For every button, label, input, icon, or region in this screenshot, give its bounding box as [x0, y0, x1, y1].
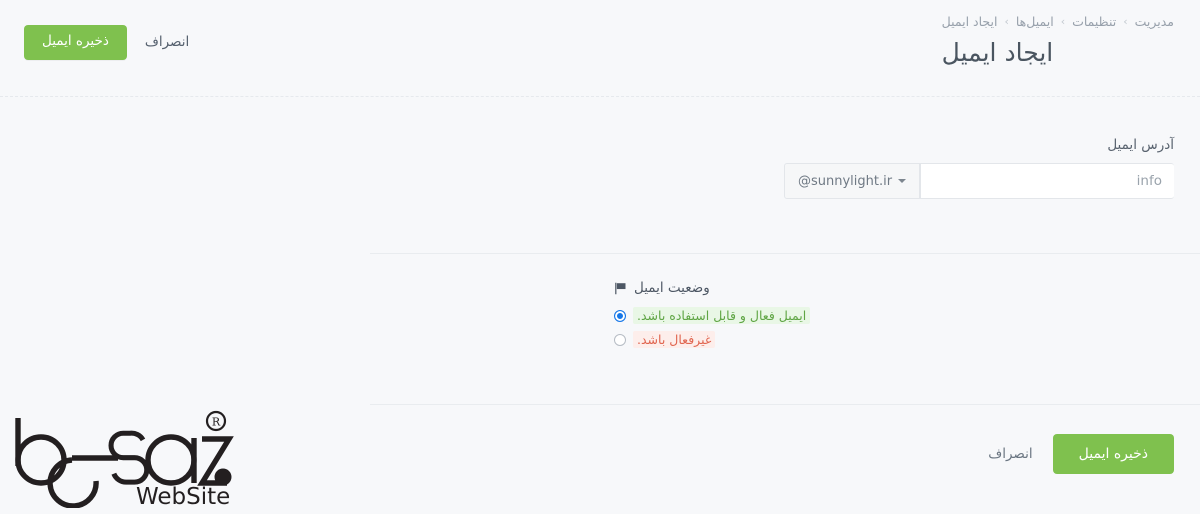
breadcrumb: مدیریت › تنظیمات › ایمیل‌ها › ایجاد ایمی… [942, 14, 1174, 29]
flag-icon [614, 282, 627, 295]
top-bar: ذخیره ایمیل انصراف مدیریت › تنظیمات › ای… [0, 0, 1200, 97]
email-status-label: وضعیت ایمیل [634, 280, 710, 296]
save-email-button-top[interactable]: ذخیره ایمیل [24, 25, 127, 60]
email-address-field-row: آدرس ایمیل @sunnylight.ir [614, 137, 1174, 199]
email-local-part-input[interactable] [920, 163, 1174, 199]
cancel-link-bottom[interactable]: انصراف [988, 446, 1032, 462]
section-divider-top [370, 253, 1200, 254]
chevron-left-icon: › [1123, 15, 1128, 28]
besaz-logo: R WebSite [8, 408, 238, 510]
radio-indicator-active[interactable] [614, 309, 626, 322]
svg-text:R: R [212, 416, 221, 429]
chevron-down-icon [898, 179, 907, 183]
email-status-heading: وضعیت ایمیل [614, 280, 1174, 296]
footer-action-group: ذخیره ایمیل انصراف [988, 434, 1174, 474]
radio-indicator-inactive[interactable] [614, 333, 626, 346]
breadcrumb-item-settings[interactable]: تنظیمات [1072, 14, 1116, 29]
radio-option-inactive[interactable]: غیرفعال باشد. [614, 331, 716, 348]
email-status-radio-group[interactable]: ایمیل فعال و قابل استفاده باشد. غیرفعال … [614, 307, 1174, 348]
chevron-left-icon: › [1060, 15, 1066, 28]
registered-mark: R [205, 410, 227, 432]
save-email-button-bottom[interactable]: ذخیره ایمیل [1052, 434, 1174, 474]
radio-label-inactive: غیرفعال باشد. [633, 331, 716, 348]
breadcrumb-item-create-email: ایجاد ایمیل [941, 14, 998, 29]
page-title: ایجاد ایمیل [941, 38, 1054, 67]
breadcrumb-item-emails[interactable]: ایمیل‌ها [1016, 14, 1054, 29]
cancel-link-top[interactable]: انصراف [141, 28, 193, 56]
chevron-left-icon: › [1004, 15, 1009, 28]
email-status-section: وضعیت ایمیل ایمیل فعال و قابل استفاده با… [614, 280, 1174, 348]
domain-select-label: @sunnylight.ir [798, 173, 893, 189]
email-address-input-group: @sunnylight.ir [784, 163, 1174, 199]
logo-subtitle-text: WebSite [136, 484, 230, 508]
breadcrumb-item-management[interactable]: مدیریت [1135, 14, 1174, 29]
radio-label-active: ایمیل فعال و قابل استفاده باشد. [633, 307, 811, 324]
radio-option-active[interactable]: ایمیل فعال و قابل استفاده باشد. [614, 307, 811, 324]
top-action-group: ذخیره ایمیل انصراف [24, 25, 193, 60]
domain-select[interactable]: @sunnylight.ir [784, 163, 921, 199]
email-address-label: آدرس ایمیل [1107, 137, 1174, 153]
page-header: مدیریت › تنظیمات › ایمیل‌ها › ایجاد ایمی… [942, 14, 1174, 85]
section-divider-bottom [370, 404, 1200, 405]
page-root: ذخیره ایمیل انصراف مدیریت › تنظیمات › ای… [0, 0, 1200, 514]
